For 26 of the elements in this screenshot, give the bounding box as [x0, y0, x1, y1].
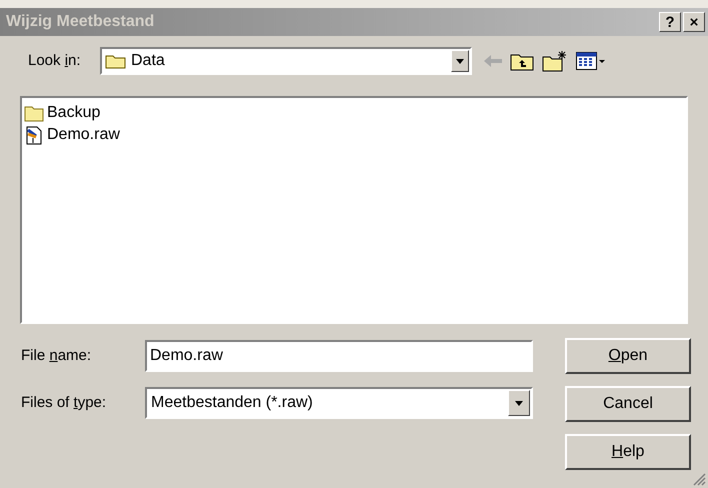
- file-type-label: Files of type:: [21, 392, 108, 413]
- look-in-label: Look in:: [28, 50, 82, 71]
- file-name-field[interactable]: Demo.raw: [145, 340, 533, 372]
- view-menu-icon[interactable]: [576, 52, 606, 70]
- file-type-value: Meetbestanden (*.raw): [150, 393, 314, 413]
- help-button[interactable]: Help: [565, 434, 691, 470]
- help-button[interactable]: ?: [659, 12, 681, 32]
- resize-grip-icon[interactable]: [692, 472, 706, 486]
- close-button[interactable]: ×: [683, 12, 705, 32]
- folder-icon: [105, 53, 127, 69]
- new-folder-icon[interactable]: [542, 50, 568, 72]
- dropdown-button[interactable]: [508, 390, 530, 416]
- window-title: Wijzig Meetbestand: [6, 12, 156, 32]
- caret-icon: [456, 58, 464, 64]
- document-icon: [24, 126, 44, 144]
- look-in-dropdown[interactable]: Data: [100, 47, 472, 75]
- open-button[interactable]: Open: [565, 338, 691, 374]
- folder-icon: [24, 104, 44, 122]
- file-name-label: File name:: [21, 346, 92, 366]
- cancel-button[interactable]: Cancel: [565, 386, 691, 422]
- file-list-item[interactable]: Backup: [47, 101, 100, 125]
- file-type-dropdown[interactable]: Meetbestanden (*.raw): [145, 387, 533, 419]
- caret-icon: [515, 400, 523, 406]
- dropdown-button[interactable]: [451, 50, 469, 72]
- file-list-item[interactable]: Demo.raw: [47, 123, 120, 147]
- look-in-value: Data: [131, 51, 166, 71]
